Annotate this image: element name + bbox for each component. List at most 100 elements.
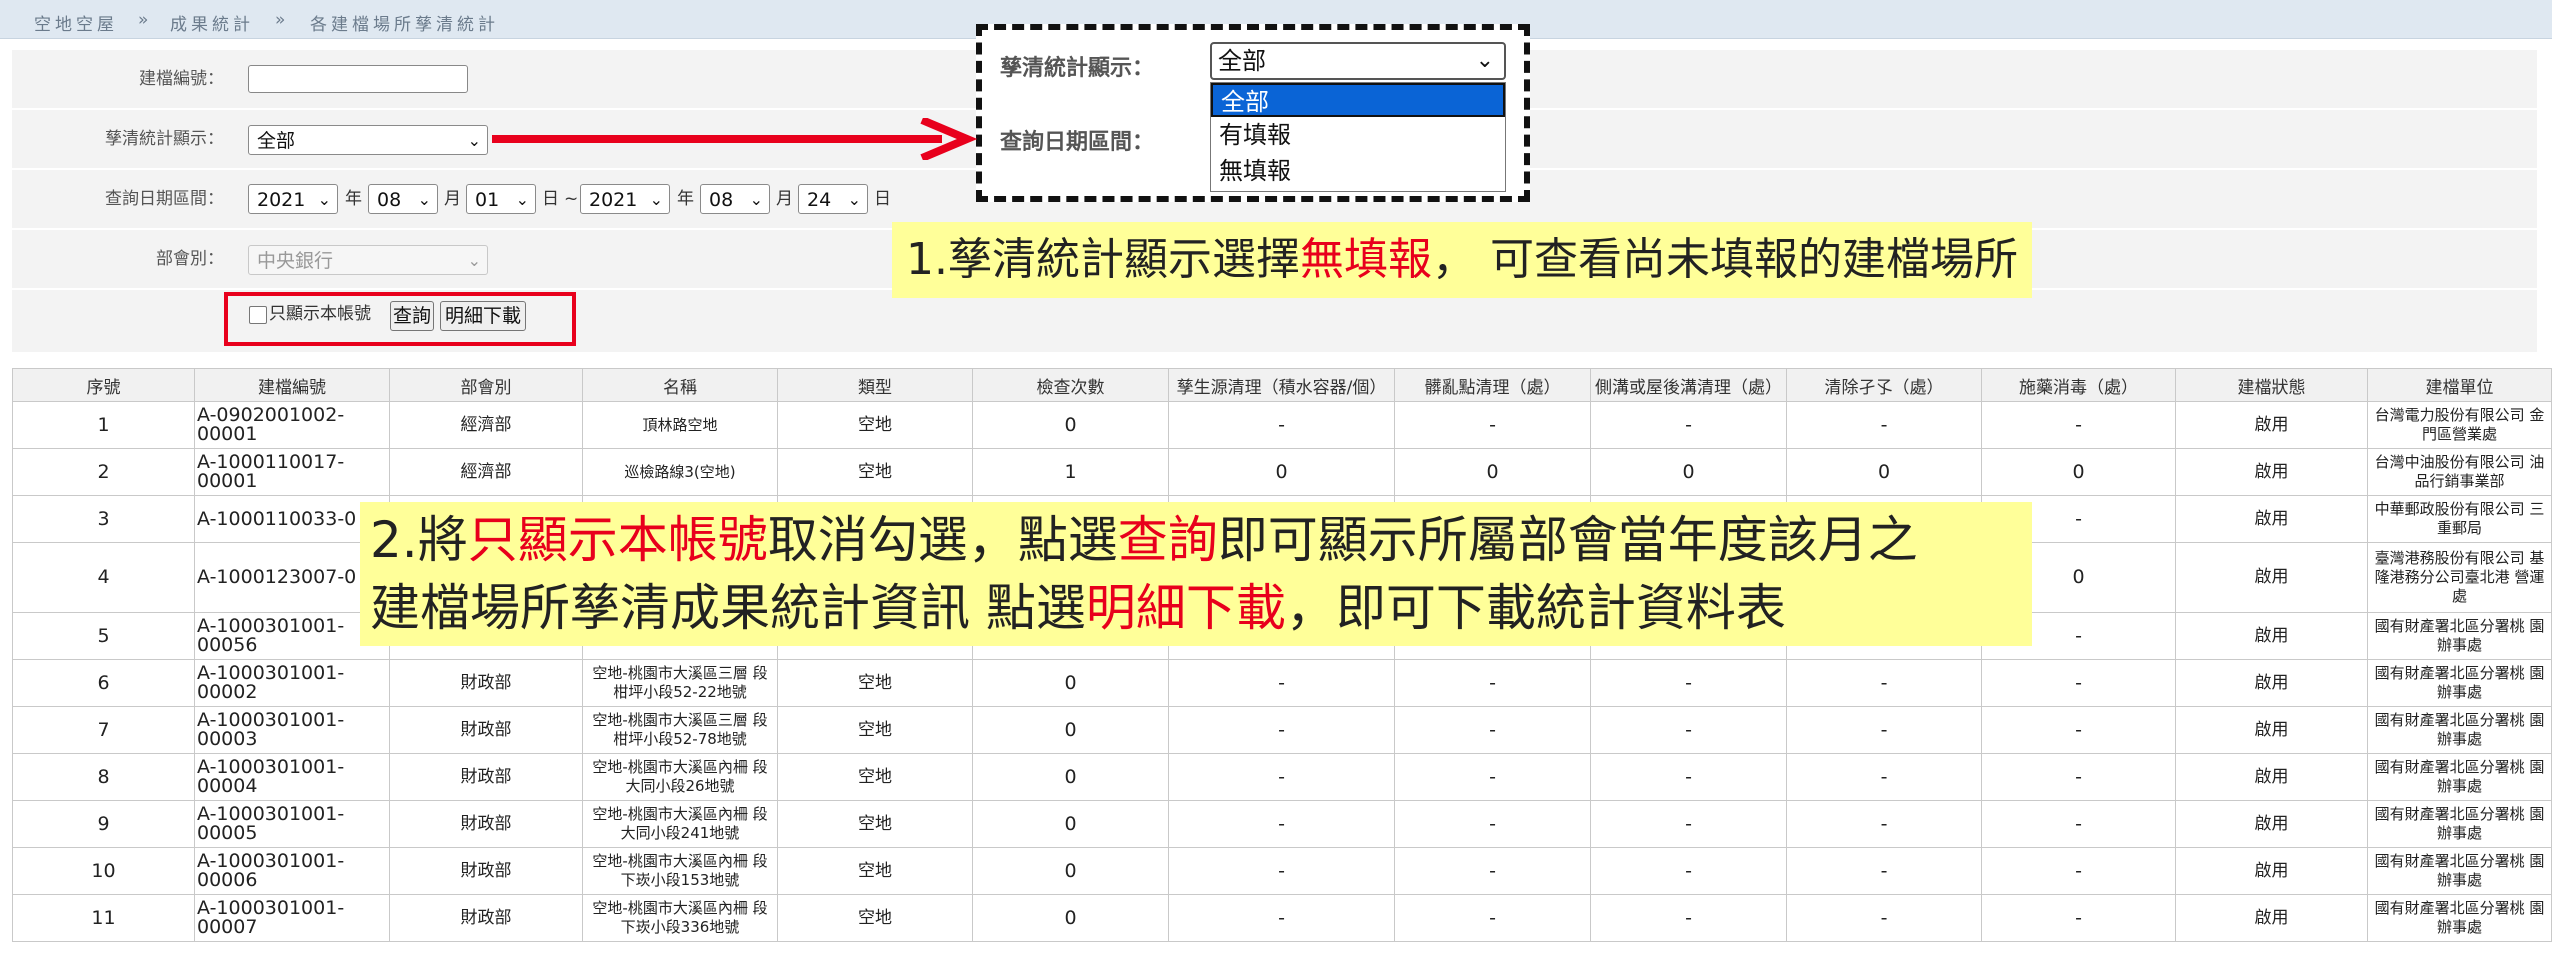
table-cell: - xyxy=(1590,800,1787,848)
table-cell: 空地 xyxy=(777,847,973,895)
table-cell: - xyxy=(1394,706,1591,754)
zoom-stat-label: 孳清統計顯示： xyxy=(1000,56,1155,81)
note2-text: ，即可下載統計資料表 xyxy=(1285,579,1786,637)
table-cell: 財政部 xyxy=(389,800,583,848)
table-row: 9 A-1000301001-00005 財政部 空地-桃園市大溪區內柵 段大同小段2… xyxy=(12,800,2552,848)
table-cell: 0 xyxy=(1394,448,1591,496)
instruction-note-1: 1.孳清統計顯示選擇無填報， 可查看尚未填報的建檔場所 xyxy=(892,222,2032,298)
table-cell: 空地-桃園市大溪區內柵 段大同小段26地號 xyxy=(582,753,778,801)
table-cell: 經濟部 xyxy=(389,401,583,449)
code-label: 建檔編號： xyxy=(139,69,224,89)
start-year-select[interactable]: 2021 ⌄ xyxy=(248,184,338,214)
column-header: 施藥消毒（處） xyxy=(1981,368,2176,402)
instruction-note-2: 2.將只顯示本帳號取消勾選，點選查詢即可顯示所屬部會當年度該月之 建檔場所孳清成… xyxy=(360,502,2032,646)
table-cell: 臺灣港務股份有限公司 基隆港務分公司臺北港 營運處 xyxy=(2367,542,2552,613)
table-cell: - xyxy=(1590,847,1787,895)
table-cell: A-1000301001-00004 xyxy=(194,753,390,801)
table-cell: - xyxy=(1590,753,1787,801)
table-cell: 財政部 xyxy=(389,847,583,895)
table-cell: 4 xyxy=(12,542,195,613)
dropdown-option-all[interactable]: 全部 xyxy=(1211,83,1505,117)
table-cell: - xyxy=(1394,800,1591,848)
start-day-select[interactable]: 01 ⌄ xyxy=(466,184,536,214)
table-cell: 國有財產署北區分署桃 園辦事處 xyxy=(2367,659,2552,707)
code-input[interactable] xyxy=(248,65,468,93)
table-cell: 空地 xyxy=(777,753,973,801)
note2-text: 即可顯示所屬部會當年度該月之 xyxy=(1217,511,1918,569)
table-row: 8 A-1000301001-00004 財政部 空地-桃園市大溪區內柵 段大同小段2… xyxy=(12,753,2552,801)
start-month-select[interactable]: 08 ⌄ xyxy=(368,184,438,214)
table-cell: - xyxy=(1590,659,1787,707)
dropdown-option-reported[interactable]: 有填報 xyxy=(1211,117,1505,153)
stat-select-value: 全部 xyxy=(257,130,296,152)
day-unit: 日 xyxy=(542,189,559,209)
note2-text: 2.將 xyxy=(370,511,468,569)
breadcrumb-item[interactable]: 成果統計 xyxy=(170,10,254,35)
zoom-stat-select[interactable]: 全部 ⌄ xyxy=(1210,42,1506,80)
only-own-account-checkbox[interactable] xyxy=(249,306,267,324)
note2-highlight: 查詢 xyxy=(1117,511,1218,569)
end-month-select[interactable]: 08 ⌄ xyxy=(700,184,770,214)
table-row: 2 A-1000110017-00001 經濟部 巡檢路線3(空地) 空地 1 0 0 0 0 0 啟… xyxy=(12,448,2552,496)
table-cell: A-1000301001-00006 xyxy=(194,847,390,895)
chevron-down-icon: ⌄ xyxy=(467,251,481,270)
table-cell: 5 xyxy=(12,612,195,660)
breadcrumb-item[interactable]: 空地空屋 xyxy=(34,10,118,35)
table-cell: 財政部 xyxy=(389,894,583,942)
query-button[interactable]: 查詢 xyxy=(390,301,434,331)
table-cell: 0 xyxy=(972,894,1169,942)
note2-text: 建檔場所孳清成果統計資訊 點選 xyxy=(370,579,1086,637)
table-cell: - xyxy=(1394,894,1591,942)
stat-select[interactable]: 全部 ⌄ xyxy=(248,125,488,155)
table-cell: 7 xyxy=(12,706,195,754)
table-cell: A-1000110017-00001 xyxy=(194,448,390,496)
zoom-stat-select-value: 全部 xyxy=(1218,47,1266,75)
table-row: 10 A-1000301001-00006 財政部 空地-桃園市大溪區內柵 段下崁小段… xyxy=(12,847,2552,895)
breadcrumb-current: 各建檔場所孳清統計 xyxy=(310,15,499,35)
ministry-select[interactable]: 中央銀行 ⌄ xyxy=(248,245,488,275)
table-cell: 空地 xyxy=(777,800,973,848)
table-cell: 0 xyxy=(1981,448,2176,496)
table-cell: 空地-桃園市大溪區內柵 段下崁小段153地號 xyxy=(582,847,778,895)
dropdown-option-not-reported[interactable]: 無填報 xyxy=(1211,153,1505,189)
table-cell: - xyxy=(1786,800,1982,848)
note2-text: 取消勾選，點選 xyxy=(767,511,1118,569)
only-own-account-label: 只顯示本帳號 xyxy=(269,304,371,324)
table-cell: - xyxy=(1981,753,2176,801)
table-cell: 空地 xyxy=(777,659,973,707)
red-arrow-icon xyxy=(492,118,978,160)
table-cell: 空地-桃園市大溪區三層 段柑坪小段52-78地號 xyxy=(582,706,778,754)
end-year-select[interactable]: 2021 ⌄ xyxy=(580,184,670,214)
table-cell: 空地-桃園市大溪區內柵 段下崁小段336地號 xyxy=(582,894,778,942)
table-cell: 國有財產署北區分署桃 園辦事處 xyxy=(2367,800,2552,848)
table-cell: - xyxy=(1981,800,2176,848)
table-cell: - xyxy=(1786,847,1982,895)
end-day-select[interactable]: 24 ⌄ xyxy=(798,184,868,214)
table-cell: 0 xyxy=(1168,448,1395,496)
chevron-down-icon: ⌄ xyxy=(317,190,331,209)
table-cell: 國有財產署北區分署桃 園辦事處 xyxy=(2367,706,2552,754)
column-header: 髒亂點清理（處） xyxy=(1394,368,1591,402)
column-header: 建檔狀態 xyxy=(2175,368,2368,402)
table-cell: - xyxy=(1394,659,1591,707)
table-cell: - xyxy=(1786,659,1982,707)
table-cell: - xyxy=(1786,706,1982,754)
column-header: 名稱 xyxy=(582,368,778,402)
start-year-value: 2021 xyxy=(257,189,306,211)
table-cell: - xyxy=(1168,401,1395,449)
table-cell: 0 xyxy=(1786,448,1982,496)
download-detail-button[interactable]: 明細下載 xyxy=(440,301,526,331)
table-cell: 0 xyxy=(972,753,1169,801)
table-cell: - xyxy=(1590,706,1787,754)
table-cell: 國有財產署北區分署桃 園辦事處 xyxy=(2367,612,2552,660)
table-cell: 空地 xyxy=(777,448,973,496)
table-cell: 空地 xyxy=(777,401,973,449)
note2-line1: 2.將只顯示本帳號取消勾選，點選查詢即可顯示所屬部會當年度該月之 xyxy=(370,506,2032,574)
table-cell: 台灣中油股份有限公司 油品行銷事業部 xyxy=(2367,448,2552,496)
table-cell: 台灣電力股份有限公司 金門區營業處 xyxy=(2367,401,2552,449)
chevron-down-icon: ⌄ xyxy=(847,190,861,209)
table-cell: - xyxy=(1168,847,1395,895)
table-cell: - xyxy=(1786,753,1982,801)
stat-label: 孳清統計顯示： xyxy=(105,129,224,149)
column-header: 建檔單位 xyxy=(2367,368,2552,402)
